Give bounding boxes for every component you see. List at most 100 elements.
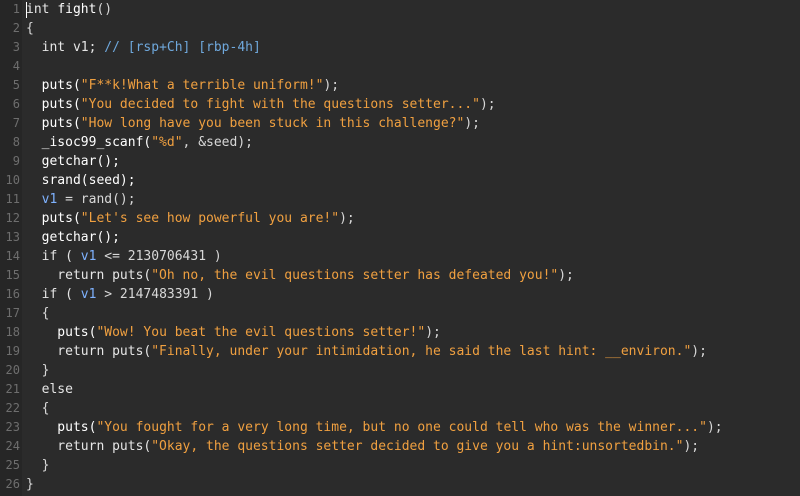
- code-text: puts("How long have you been stuck in th…: [26, 114, 480, 133]
- code-line[interactable]: 25 }: [0, 456, 800, 475]
- code-token-plain: );: [339, 211, 355, 226]
- code-line[interactable]: 19 return puts("Finally, under your inti…: [0, 342, 800, 361]
- code-token-plain: );: [464, 116, 480, 131]
- code-line[interactable]: 26}: [0, 475, 800, 494]
- code-line[interactable]: 9 getchar();: [0, 152, 800, 171]
- code-line[interactable]: 13 getchar();: [0, 228, 800, 247]
- line-number: 19: [5, 344, 20, 358]
- code-text: return puts("Oh no, the evil questions s…: [26, 266, 574, 285]
- code-token-kw: return puts(: [26, 268, 152, 283]
- code-token-str: "%d": [151, 135, 183, 150]
- code-text: puts("Let's see how powerful you are!");: [26, 209, 355, 228]
- code-token-plain: );: [479, 97, 496, 112]
- code-line[interactable]: 4: [0, 57, 800, 76]
- code-line[interactable]: 7 puts("How long have you been stuck in …: [0, 114, 800, 133]
- code-token-plain: <= 2130706431 ): [96, 249, 222, 264]
- code-token-plain: }: [26, 363, 50, 378]
- code-line[interactable]: 17 {: [0, 304, 800, 323]
- code-token-str: "Finally, under your intimidation, he sa…: [151, 344, 692, 359]
- line-number: 13: [5, 230, 20, 244]
- code-text: getchar();: [26, 152, 120, 171]
- code-text: {: [26, 399, 50, 418]
- code-token-plain: {: [26, 306, 50, 321]
- code-token-plain: {: [26, 21, 34, 36]
- code-token-kw: return puts(: [26, 344, 152, 359]
- code-token-com: // [rsp+Ch] [rbp-4h]: [104, 40, 261, 55]
- line-number: 25: [5, 458, 20, 472]
- code-line[interactable]: 18 puts("Wow! You beat the evil question…: [0, 323, 800, 342]
- code-text: else: [26, 380, 73, 399]
- code-line[interactable]: 23 puts("You fought for a very long time…: [0, 418, 800, 437]
- line-number: 23: [5, 420, 20, 434]
- line-number: 26: [5, 477, 20, 491]
- line-number: 17: [5, 306, 20, 320]
- code-text: v1 = rand();: [26, 190, 136, 209]
- code-line[interactable]: 2{: [0, 19, 800, 38]
- code-line[interactable]: 11 v1 = rand();: [0, 190, 800, 209]
- code-token-kw: int v1;: [26, 40, 105, 55]
- code-line[interactable]: 21 else: [0, 380, 800, 399]
- code-token-plain: > 2147483391 ): [96, 287, 214, 302]
- code-line[interactable]: 3 int v1; // [rsp+Ch] [rbp-4h]: [0, 38, 800, 57]
- line-number: 22: [5, 401, 20, 415]
- code-token-kw: if (: [26, 249, 81, 264]
- code-text: return puts("Finally, under your intimid…: [26, 342, 707, 361]
- line-number: 18: [5, 325, 20, 339]
- code-token-plain: }: [26, 458, 50, 473]
- text-cursor: [26, 2, 27, 18]
- code-token-str: "You fought for a very long time, but no…: [96, 420, 707, 435]
- line-number: 3: [12, 40, 20, 54]
- code-token-plain: );: [683, 439, 700, 454]
- code-line[interactable]: 5 puts("F**k!What a terrible uniform!");: [0, 76, 800, 95]
- code-text: return puts("Okay, the questions setter …: [26, 437, 699, 456]
- code-line[interactable]: 14 if ( v1 <= 2130706431 ): [0, 247, 800, 266]
- code-token-fn: _isoc99_scanf(: [26, 135, 152, 150]
- code-text: puts("F**k!What a terrible uniform!");: [26, 76, 339, 95]
- code-line[interactable]: 10 srand(seed);: [0, 171, 800, 190]
- code-line[interactable]: 12 puts("Let's see how powerful you are!…: [0, 209, 800, 228]
- code-token-plain: , &seed);: [182, 135, 253, 150]
- code-line[interactable]: 24 return puts("Okay, the questions sett…: [0, 437, 800, 456]
- code-line[interactable]: 20 }: [0, 361, 800, 380]
- code-token-plain: }: [26, 477, 34, 492]
- code-token-fn: getchar();: [26, 154, 120, 169]
- code-token-plain: );: [558, 268, 574, 283]
- code-text: getchar();: [26, 228, 120, 247]
- code-text: {: [26, 304, 50, 323]
- line-number: 11: [5, 192, 20, 206]
- line-number: 4: [12, 59, 20, 73]
- line-number: 8: [12, 135, 20, 149]
- code-text: puts("You fought for a very long time, b…: [26, 418, 722, 437]
- code-token-kw: else: [26, 382, 73, 397]
- code-text: puts("Wow! You beat the evil questions s…: [26, 323, 441, 342]
- code-token-kw: int: [26, 2, 58, 17]
- code-line[interactable]: 6 puts("You decided to fight with the qu…: [0, 95, 800, 114]
- code-token-var: v1: [80, 249, 97, 264]
- code-text: {: [26, 19, 34, 38]
- code-line[interactable]: 15 return puts("Oh no, the evil question…: [0, 266, 800, 285]
- code-token-plain: );: [691, 344, 707, 359]
- code-token-str: "F**k!What a terrible uniform!": [80, 78, 324, 93]
- line-number: 10: [5, 173, 20, 187]
- code-text: srand(seed);: [26, 171, 136, 190]
- line-number: 14: [5, 249, 20, 263]
- code-token-fn: srand(seed);: [26, 173, 136, 188]
- code-editor[interactable]: 1 int fight() 2{3 int v1; // [rsp+Ch] [rbp…: [0, 0, 800, 496]
- code-token-str: "You decided to fight with the questions…: [80, 97, 480, 112]
- code-token-str: "Let's see how powerful you are!": [80, 211, 340, 226]
- code-line[interactable]: 22 {: [0, 399, 800, 418]
- line-number: 7: [12, 116, 20, 130]
- line-number: 21: [5, 382, 20, 396]
- code-token-var: v1: [80, 287, 97, 302]
- code-line[interactable]: 1 int fight(): [0, 0, 800, 19]
- code-token-plain: (): [96, 2, 113, 17]
- code-token-str: "Wow! You beat the evil questions setter…: [96, 325, 426, 340]
- code-line[interactable]: 8 _isoc99_scanf("%d", &seed);: [0, 133, 800, 152]
- code-text: }: [26, 456, 50, 475]
- code-token-fn: puts(: [26, 78, 81, 93]
- line-number: 2: [12, 21, 20, 35]
- code-token-fn: getchar();: [26, 230, 120, 245]
- code-token-str: "Okay, the questions setter decided to g…: [151, 439, 684, 454]
- code-line[interactable]: 16 if ( v1 > 2147483391 ): [0, 285, 800, 304]
- line-number: 24: [5, 439, 20, 453]
